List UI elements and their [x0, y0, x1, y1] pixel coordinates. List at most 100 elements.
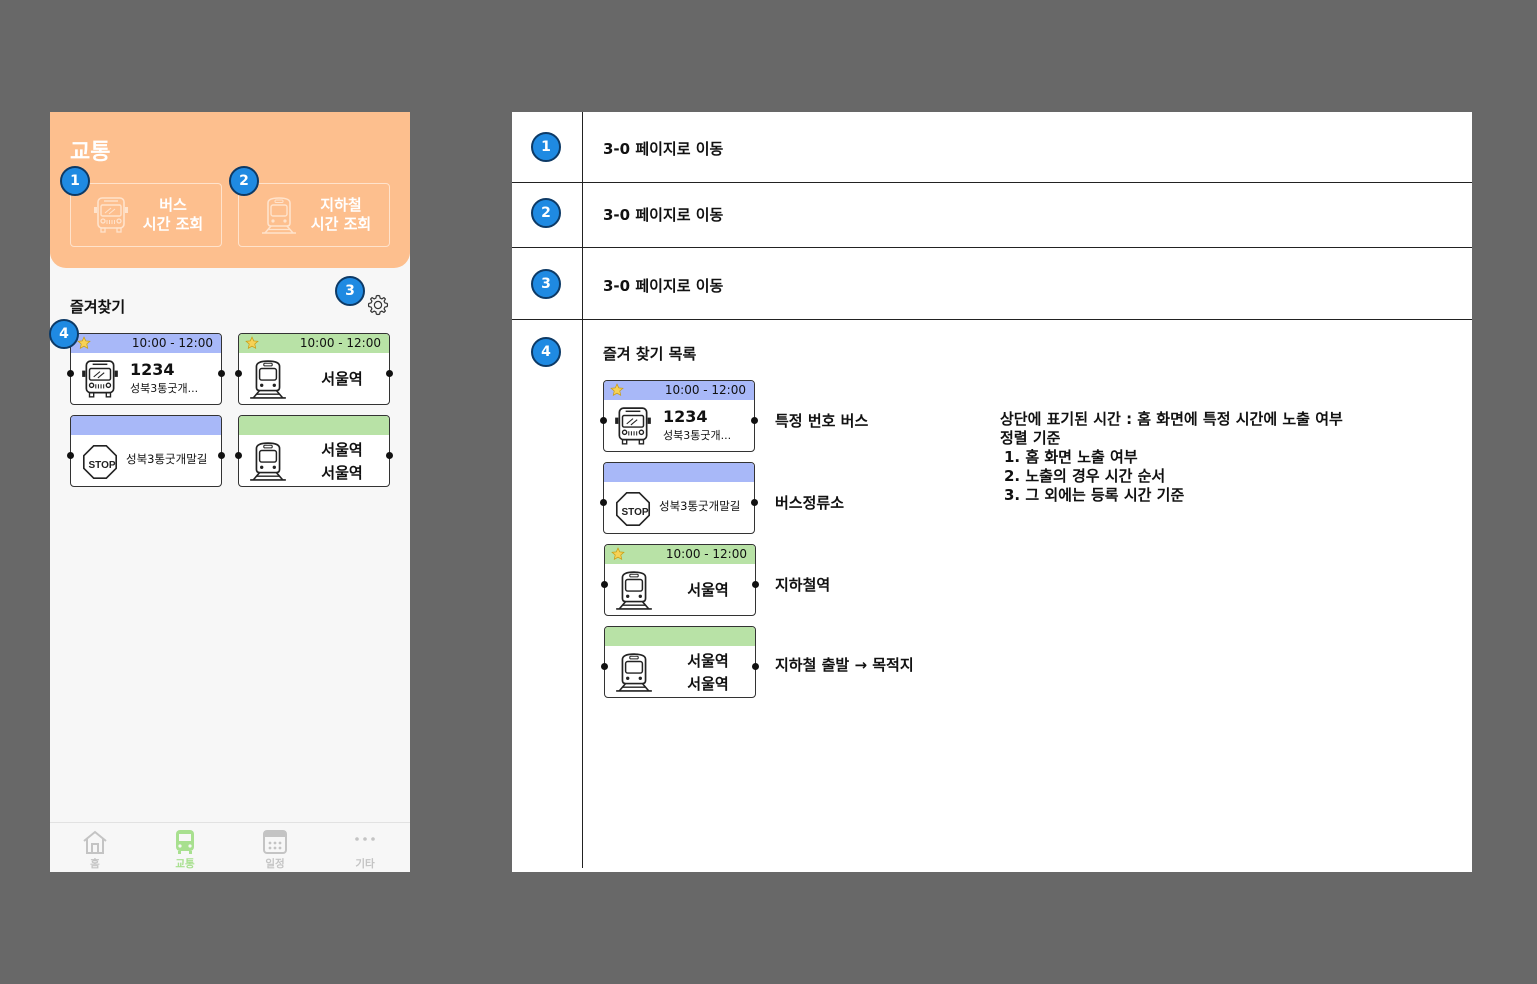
spec-row-3-text: 3-0 페이지로 이동	[603, 277, 724, 295]
spec-row-1-text: 3-0 페이지로 이동	[603, 140, 724, 158]
note-item: 3. 그 외에는 등록 시간 기준	[1004, 486, 1185, 504]
bus-icon	[91, 195, 131, 235]
time-bar	[71, 416, 221, 435]
tab-home[interactable]: 홈	[50, 829, 140, 871]
annotation-badge-2: 2	[229, 166, 259, 196]
drag-handle-left	[600, 499, 607, 506]
bus-stop-name: 성북3통굿개...	[130, 382, 199, 395]
time-bar: 10:00 - 12:00	[71, 334, 221, 353]
departure-station: 서울역	[687, 652, 729, 670]
desc-subway: 지하철역	[775, 576, 831, 594]
subway-icon	[613, 569, 655, 611]
spec-badge-2: 2	[531, 198, 561, 228]
favorite-bus-card[interactable]: 10:00 - 12:00 1234 성북3통굿개...	[67, 333, 225, 405]
drag-handle-left	[67, 452, 74, 459]
more-icon	[355, 837, 375, 841]
page-title: 교통	[70, 140, 111, 165]
tab-bar: 홈 교통 일정 기타	[50, 822, 410, 872]
spec-badge-3: 3	[531, 269, 561, 299]
tab-transport[interactable]: 교통	[140, 829, 230, 871]
time-bar: 10:00 - 12:00	[604, 381, 754, 400]
favorites-title: 즐겨찾기	[70, 298, 126, 316]
subway-icon	[247, 440, 289, 482]
drag-handle-right	[386, 452, 393, 459]
annotation-badge-3: 3	[335, 276, 365, 306]
home-icon	[83, 830, 107, 854]
destination-station: 서울역	[687, 675, 729, 693]
note-line-2: 정렬 기준	[1000, 429, 1061, 447]
divider	[512, 247, 1472, 248]
svg-text:STOP: STOP	[621, 507, 648, 518]
spec-row-2-text: 3-0 페이지로 이동	[603, 206, 724, 224]
bus-stop-name: 성북3통굿개말길	[659, 499, 741, 513]
spec-badge-1: 1	[531, 132, 561, 162]
time-range: 10:00 - 12:00	[664, 383, 746, 397]
time-range: 10:00 - 12:00	[299, 336, 381, 350]
bus-time-label: 버스 시간 조회	[142, 196, 204, 233]
gear-icon[interactable]	[366, 293, 390, 317]
tab-label: 교통	[175, 858, 195, 870]
time-range: 10:00 - 12:00	[131, 336, 213, 350]
favorite-subway-card[interactable]: 10:00 - 12:00 서울역	[235, 333, 393, 405]
bus-number: 1234	[663, 407, 708, 426]
tab-label: 기타	[355, 858, 375, 870]
time-bar	[605, 627, 755, 646]
star-icon[interactable]	[245, 336, 259, 350]
drag-handle-left	[601, 581, 608, 588]
note-line-1: 상단에 표기된 시간 : 홈 화면에 특정 시간에 노출 여부	[1000, 410, 1343, 428]
divider	[512, 319, 1472, 320]
desc-route: 지하철 출발 → 목적지	[775, 656, 914, 674]
spec-subway-card: 10:00 - 12:00 서울역	[601, 544, 759, 616]
favorite-route-card[interactable]: 서울역 서울역	[235, 415, 393, 487]
bus-time-button[interactable]: 버스 시간 조회	[70, 183, 222, 247]
subway-icon	[247, 358, 289, 400]
stop-sign-icon: STOP	[615, 491, 651, 527]
favorite-bus-stop-card[interactable]: STOP 성북3통굿개말길	[67, 415, 225, 487]
spec-bus-stop-card: STOP 성북3통굿개말길	[600, 462, 758, 534]
bus-stop-name: 성북3통굿개말길	[126, 452, 208, 466]
star-icon	[610, 383, 624, 397]
drag-handle-left	[67, 370, 74, 377]
drag-handle-left	[235, 452, 242, 459]
desc-bus: 특정 번호 버스	[775, 412, 869, 430]
divider	[582, 112, 583, 868]
time-bar: 10:00 - 12:00	[239, 334, 389, 353]
tab-schedule[interactable]: 일정	[230, 829, 320, 871]
departure-station: 서울역	[321, 441, 363, 459]
drag-handle-right	[218, 452, 225, 459]
spec-row-4-text: 즐겨 찾기 목록	[603, 345, 697, 363]
svg-text:STOP: STOP	[88, 460, 115, 471]
spec-panel: 1 3-0 페이지로 이동 2 3-0 페이지로 이동 3 3-0 페이지로 이…	[512, 112, 1472, 872]
header: 교통 버스 시간 조회 지하철 시간 조회	[50, 112, 410, 268]
bus-icon	[79, 358, 121, 400]
calendar-icon	[263, 830, 287, 854]
drag-handle-right	[218, 370, 225, 377]
note-item: 2. 노출의 경우 시간 순서	[1004, 467, 1166, 485]
drag-handle-right	[751, 499, 758, 506]
annotation-badge-4: 4	[49, 319, 79, 349]
star-icon[interactable]	[77, 336, 91, 350]
drag-handle-left	[601, 663, 608, 670]
stop-sign-icon: STOP	[82, 444, 118, 480]
bus-stop-name: 성북3통굿개...	[663, 429, 732, 442]
time-range: 10:00 - 12:00	[665, 547, 747, 561]
station-name: 서울역	[321, 370, 363, 388]
tab-label: 홈	[90, 858, 100, 870]
divider	[512, 182, 1472, 183]
station-name: 서울역	[687, 581, 729, 599]
spec-badge-4: 4	[531, 337, 561, 367]
drag-handle-right	[752, 663, 759, 670]
sort-note: 상단에 표기된 시간 : 홈 화면에 특정 시간에 노출 여부 정렬 기준 1.…	[1000, 410, 1343, 505]
tab-label: 일정	[265, 858, 285, 870]
spec-route-card: 서울역 서울역	[601, 626, 759, 698]
tab-more[interactable]: 기타	[320, 829, 410, 871]
annotation-badge-1: 1	[60, 166, 90, 196]
time-bar	[239, 416, 389, 435]
subway-icon	[259, 195, 299, 235]
time-bar: 10:00 - 12:00	[605, 545, 755, 564]
drag-handle-left	[235, 370, 242, 377]
bus-icon	[612, 405, 654, 447]
subway-time-button[interactable]: 지하철 시간 조회	[238, 183, 390, 247]
drag-handle-left	[600, 417, 607, 424]
phone-screen: 교통 버스 시간 조회 지하철 시간 조회 즐겨찾기 10:00 - 12:00…	[50, 112, 410, 872]
